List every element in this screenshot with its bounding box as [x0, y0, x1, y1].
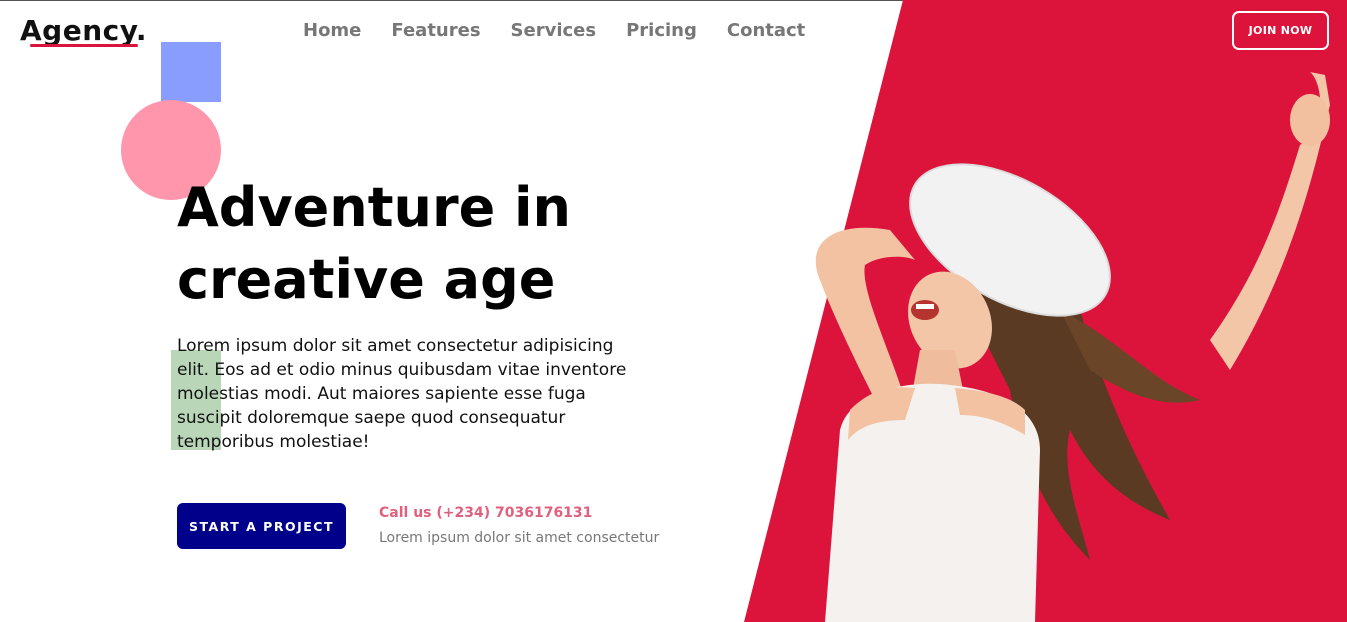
call-us-subtext: Lorem ipsum dolor sit amet consectetur — [379, 530, 660, 546]
nav-item-features[interactable]: Features — [391, 20, 480, 41]
hero-title-line-1: Adventure in — [177, 176, 571, 239]
logo-underline — [30, 44, 138, 47]
nav-item-services[interactable]: Services — [511, 20, 597, 41]
hero-title: Adventure in creative age — [177, 172, 737, 316]
nav-item-pricing[interactable]: Pricing — [626, 20, 697, 41]
start-project-button[interactable]: START A PROJECT — [177, 503, 346, 549]
nav-item-contact[interactable]: Contact — [727, 20, 805, 41]
decorative-blue-square — [161, 42, 221, 102]
hero-title-line-2: creative age — [177, 248, 556, 311]
logo-dot: . — [135, 14, 148, 47]
main-nav: Home Features Services Pricing Contact — [303, 20, 835, 41]
hero-description: Lorem ipsum dolor sit amet consectetur a… — [177, 336, 627, 452]
join-now-button[interactable]: JOIN NOW — [1232, 11, 1329, 50]
call-us-text: Call us (+234) 7036176131 — [379, 505, 593, 521]
logo-text: Agency — [20, 14, 136, 47]
nav-item-home[interactable]: Home — [303, 20, 361, 41]
woman-photo-icon — [815, 72, 1330, 622]
logo[interactable]: Agency. — [20, 14, 147, 47]
